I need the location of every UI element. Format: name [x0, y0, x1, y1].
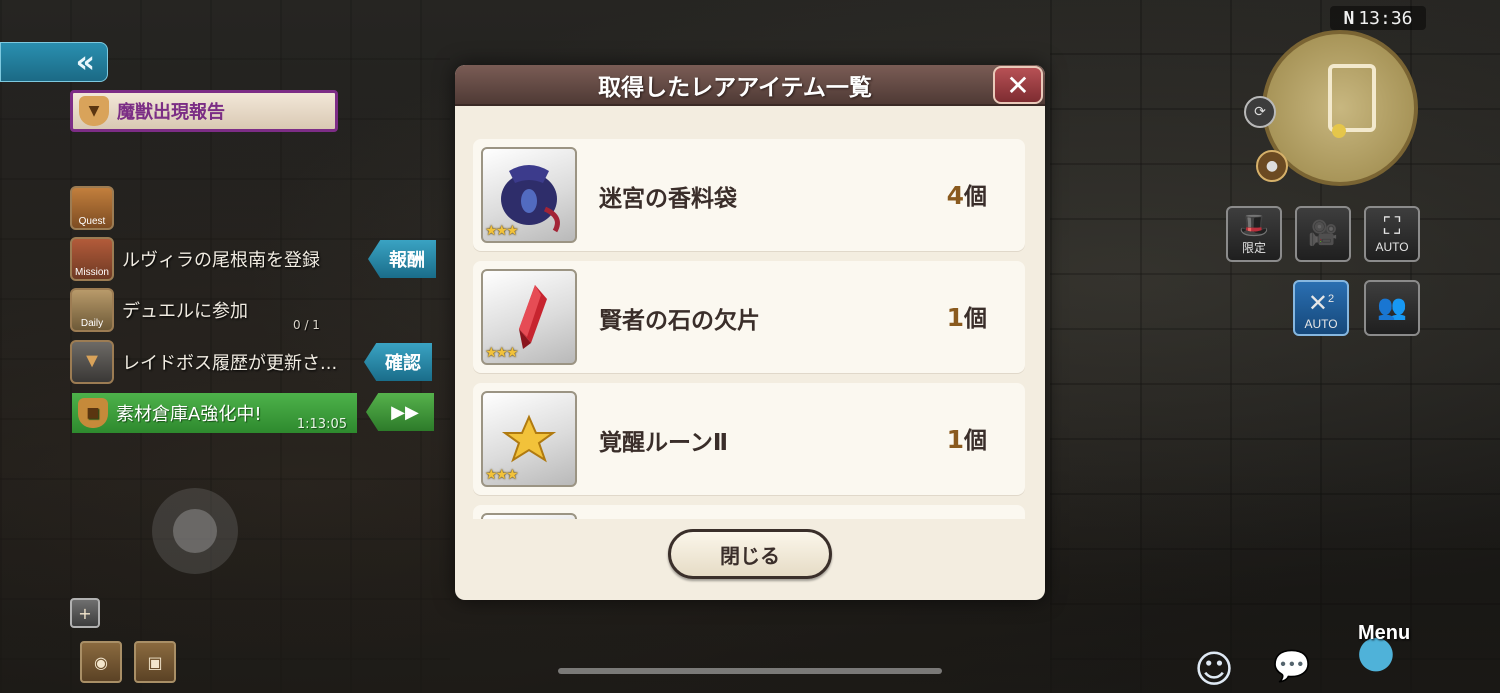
red-crystal-icon: ★★★ [481, 269, 577, 365]
monster-report-bar[interactable]: ▼ 魔獣出現報告 [70, 90, 338, 132]
auto-camera-icon: ⛶ [1383, 213, 1401, 240]
dialog-title: 取得したレアアイテム一覧 [598, 74, 872, 101]
fox-mask-icon[interactable]: ▼ [70, 340, 114, 384]
reward-button[interactable]: 報酬 [368, 240, 436, 278]
monster-report-label: 魔獣出現報告 [117, 102, 225, 123]
camera-button[interactable]: 🎥 [1295, 206, 1351, 262]
map-rotate-icon[interactable]: ⟳ [1244, 96, 1276, 128]
compass-shield-icon[interactable]: ◉ [80, 641, 122, 683]
list-item-partial[interactable] [473, 505, 1025, 519]
emote-face-icon[interactable]: ☺ [1184, 645, 1244, 693]
rarity-stars: ★★★ [485, 345, 519, 361]
list-item[interactable]: ★★★ 覚醒ルーンⅡ 1個 [473, 383, 1025, 495]
collapse-panel-button[interactable]: « [0, 42, 108, 82]
helmet-icon[interactable]: ● [1256, 150, 1288, 182]
rarity-stars: ★★★ [485, 467, 519, 483]
fast-forward-button[interactable]: ▶▶ [366, 393, 434, 431]
daily-row[interactable]: Daily デュエルに参加 [70, 288, 248, 332]
quest-row[interactable]: Quest [70, 186, 114, 230]
fox-mask-icon: ▼ [79, 96, 109, 126]
material-storage-bar[interactable]: ■ 素材倉庫A強化中! 1:13:05 [72, 393, 357, 433]
compass-north-label: N [1343, 7, 1355, 29]
quest-icon[interactable]: Quest [70, 186, 114, 230]
item-name: 覚醒ルーンⅡ [599, 430, 728, 456]
auto-x2-icon: ✕2 [1307, 289, 1335, 317]
item-list[interactable]: ★★★ 迷宮の香料袋 4個 ★★★ 賢者の石の欠片 1個 ★★★ 覚醒ルーンⅡ … [473, 139, 1027, 519]
double-chevron-left-icon: « [75, 44, 95, 80]
raid-row[interactable]: ▼ レイドボス履歴が更新さ... [70, 340, 337, 384]
item-name: 迷宮の香料袋 [599, 186, 737, 212]
plus-icon[interactable]: + [70, 598, 100, 628]
item-name: 賢者の石の欠片 [599, 308, 760, 334]
auto-camera-button[interactable]: ⛶ AUTO [1364, 206, 1420, 262]
party-icon: 👥 [1377, 294, 1407, 321]
limited-hat-button[interactable]: 🎩 限定 [1226, 206, 1282, 262]
fast-forward-icon: ▶▶ [391, 401, 419, 423]
close-x-button[interactable]: ✕ [993, 66, 1043, 104]
rarity-stars: ★★★ [485, 223, 519, 239]
list-item[interactable]: ★★★ 賢者の石の欠片 1個 [473, 261, 1025, 373]
virtual-joystick[interactable] [152, 488, 238, 574]
camera-icon: 🎥 [1308, 220, 1338, 247]
menu-label[interactable]: Menu [1358, 622, 1410, 645]
mission-text: ルヴィラの尾根南を登録 [122, 250, 320, 271]
daily-progress: 0 / 1 [293, 318, 320, 332]
dialog-header: 取得したレアアイテム一覧 [455, 65, 1045, 106]
joystick-knob[interactable] [173, 509, 217, 553]
pouch-icon: ★★★ [481, 147, 577, 243]
confirm-button[interactable]: 確認 [364, 343, 432, 381]
raid-text: レイドボス履歴が更新さ... [122, 353, 338, 374]
home-indicator[interactable] [558, 668, 942, 674]
item-quantity: 1個 [946, 425, 987, 454]
daily-text: デュエルに参加 [122, 301, 248, 322]
chat-bubble-icon[interactable]: 💬 [1266, 645, 1318, 687]
mission-icon[interactable]: Mission [70, 237, 114, 281]
material-timer: 1:13:05 [296, 417, 347, 432]
material-text: 素材倉庫A強化中! [116, 404, 262, 425]
item-thumbnail [481, 513, 577, 519]
gold-star-icon: ★★★ [481, 391, 577, 487]
treasure-chest-icon: ■ [78, 398, 108, 428]
gift-box-icon[interactable]: ▣ [134, 641, 176, 683]
close-x-icon: ✕ [1006, 68, 1030, 102]
auto-battle-x2-button[interactable]: ✕2 AUTO [1293, 280, 1349, 336]
item-quantity: 1個 [946, 303, 987, 332]
rare-items-dialog: 取得したレアアイテム一覧 ✕ ★★★ 迷宮の香料袋 4個 ★★★ 賢者の石の欠片… [455, 65, 1045, 600]
close-button[interactable]: 閉じる [668, 529, 832, 579]
party-button[interactable]: 👥 [1364, 280, 1420, 336]
mission-row[interactable]: Mission ルヴィラの尾根南を登録 [70, 237, 320, 281]
player-marker-icon [1332, 124, 1346, 138]
daily-icon[interactable]: Daily [70, 288, 114, 332]
minimap-path [1328, 64, 1376, 132]
item-quantity: 4個 [946, 181, 987, 210]
list-item[interactable]: ★★★ 迷宮の香料袋 4個 [473, 139, 1025, 251]
clock: N 13:36 [1330, 6, 1426, 30]
top-hat-icon: 🎩 [1239, 211, 1269, 239]
clock-time: 13:36 [1358, 7, 1413, 29]
